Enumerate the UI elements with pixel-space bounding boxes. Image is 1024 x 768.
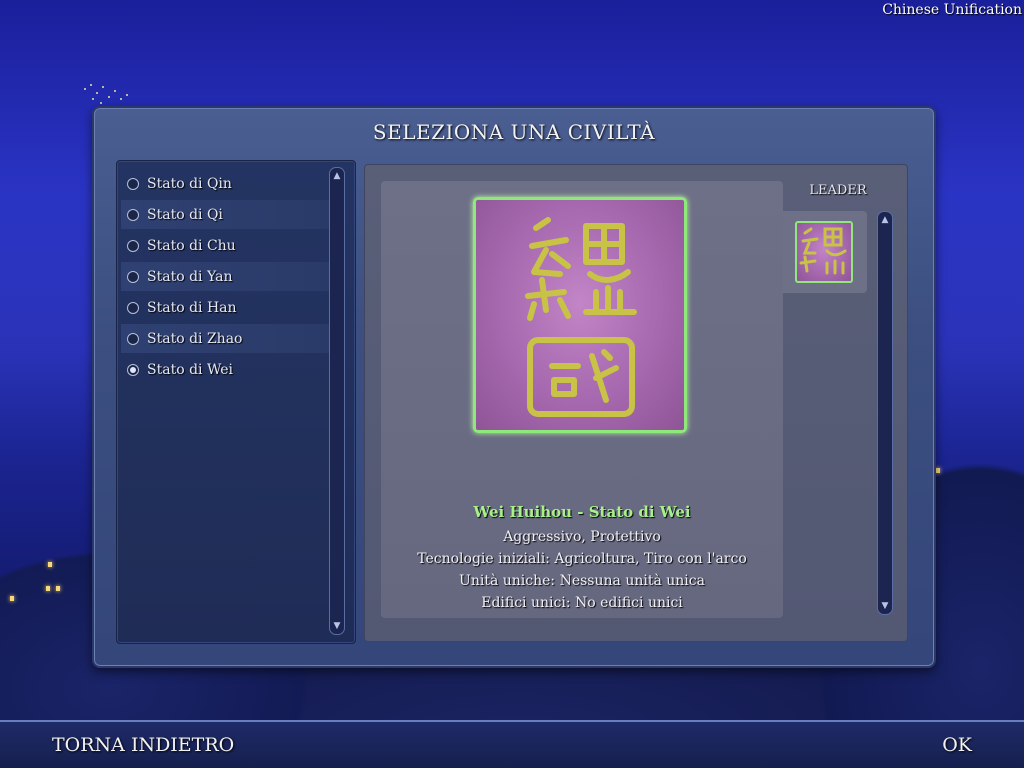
dialog-title: SELEZIONA UNA CIVILTÀ [372, 120, 656, 144]
scroll-down-icon[interactable]: ▼ [330, 619, 344, 633]
window-light [10, 596, 14, 601]
civ-item-label: Stato di Wei [147, 361, 233, 378]
civ-item-label: Stato di Qi [147, 206, 223, 223]
civ-unique-buildings: Edifici unici: No edifici unici [481, 595, 683, 611]
civ-item-label: Stato di Han [147, 299, 237, 316]
civ-item-label: Stato di Yan [147, 268, 233, 285]
radio-icon[interactable] [127, 239, 139, 252]
civ-item-label: Stato di Zhao [147, 330, 243, 347]
civ-item-chu[interactable]: Stato di Chu [121, 231, 333, 260]
leader-seal-icon [799, 227, 847, 275]
leader-portrait[interactable] [795, 221, 853, 283]
window-light [56, 586, 60, 591]
scenario-title: Chinese Unification [882, 2, 1022, 18]
civ-list: Stato di Qin Stato di Qi Stato di Chu St… [116, 160, 356, 644]
civ-item-yan[interactable]: Stato di Yan [121, 262, 333, 291]
civ-item-han[interactable]: Stato di Han [121, 293, 333, 322]
window-light [48, 562, 52, 567]
radio-icon[interactable] [127, 177, 139, 190]
civ-item-wei[interactable]: Stato di Wei [121, 355, 333, 384]
civ-item-qin[interactable]: Stato di Qin [121, 169, 333, 198]
civ-item-qi[interactable]: Stato di Qi [121, 200, 333, 229]
window-light [936, 468, 940, 473]
civ-info-area: Wei Huihou - Stato di Wei Aggressivo, Pr… [381, 181, 783, 618]
civ-item-label: Stato di Chu [147, 237, 236, 254]
civ-leader-name: Wei Huihou - Stato di Wei [473, 503, 691, 521]
leader-label: LEADER [809, 183, 867, 198]
scroll-up-icon[interactable]: ▲ [330, 169, 344, 183]
back-button[interactable]: TORNA INDIETRO [52, 734, 234, 756]
civ-detail-panel: Wei Huihou - Stato di Wei Aggressivo, Pr… [364, 164, 908, 642]
ok-button[interactable]: OK [942, 734, 972, 756]
radio-icon[interactable] [127, 208, 139, 221]
leader-scrollbar[interactable]: ▲ ▼ [877, 211, 893, 615]
civ-traits: Aggressivo, Protettivo [503, 529, 661, 545]
radio-selected-icon[interactable] [127, 363, 139, 376]
civ-item-label: Stato di Qin [147, 175, 232, 192]
civ-unique-units: Unità uniche: Nessuna unità unica [459, 573, 705, 589]
window-light [46, 586, 50, 591]
scroll-down-icon[interactable]: ▼ [878, 599, 892, 613]
radio-icon[interactable] [127, 301, 139, 314]
leader-portrait-box [783, 211, 867, 293]
civ-item-zhao[interactable]: Stato di Zhao [121, 324, 333, 353]
radio-icon[interactable] [127, 270, 139, 283]
civ-emblem [473, 197, 687, 433]
civ-starting-techs: Tecnologie iniziali: Agricoltura, Tiro c… [417, 551, 747, 567]
radio-icon[interactable] [127, 332, 139, 345]
wei-seal-emblem-icon [525, 217, 637, 417]
bottom-bar: TORNA INDIETRO OK [0, 720, 1024, 768]
civ-list-scrollbar[interactable]: ▲ ▼ [329, 167, 345, 635]
civ-select-dialog: SELEZIONA UNA CIVILTÀ Stato di Qin Stato… [92, 106, 936, 668]
scroll-up-icon[interactable]: ▲ [878, 213, 892, 227]
